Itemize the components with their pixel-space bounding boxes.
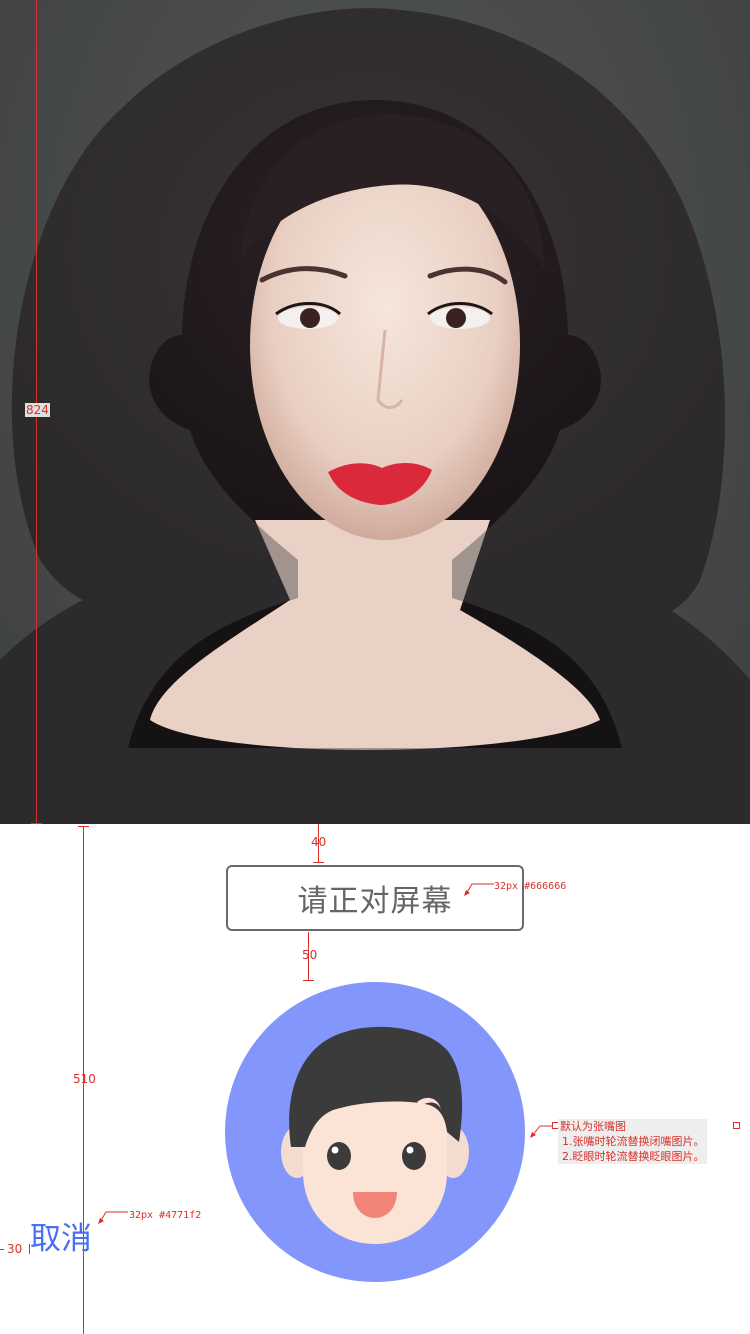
annotation-handle-right xyxy=(733,1122,740,1129)
avatar-behavior-note: 默认为张嘴图 1.张嘴时轮流替换闭嘴图片。 2.眨眼时轮流替换眨眼图片。 xyxy=(558,1119,707,1164)
spec-label-camera-height: 824 xyxy=(25,403,50,417)
spec-tick-cancel-margin xyxy=(29,1244,30,1254)
spec-tick-prompt-avatar xyxy=(303,980,314,981)
note-line-1: 1.张嘴时轮流替换闭嘴图片。 xyxy=(562,1135,705,1148)
note-title: 默认为张嘴图 xyxy=(560,1120,626,1133)
prompt-label: 请正对屏幕 xyxy=(297,884,453,919)
spec-label-cancel-margin: 30 xyxy=(7,1242,23,1256)
spec-arrow-cancel xyxy=(98,1211,128,1224)
spec-tick-camera xyxy=(31,823,42,824)
spec-arrow-prompt xyxy=(464,883,494,896)
spec-label-prompt-top: 40 xyxy=(311,835,327,849)
note-line-2: 2.眨眼时轮流替换眨眼图片。 xyxy=(562,1150,705,1163)
spec-tick-bottom-area xyxy=(78,826,89,827)
camera-photo xyxy=(0,0,750,824)
spec-tick-prompt-top xyxy=(313,862,324,863)
cartoon-boy-face-icon xyxy=(225,982,525,1282)
spec-label-bottom-area: 510 xyxy=(73,1072,96,1086)
spec-label-prompt-font: 32px #666666 xyxy=(494,881,567,892)
spec-line-cancel-margin xyxy=(0,1249,4,1250)
spec-label-prompt-avatar: 50 xyxy=(302,948,318,962)
cancel-button[interactable]: 取消 xyxy=(30,1218,92,1260)
face-screen-prompt: 请正对屏幕 xyxy=(226,865,524,931)
camera-preview: 824 xyxy=(0,0,750,824)
spec-label-cancel-font: 32px #4771f2 xyxy=(129,1210,202,1221)
